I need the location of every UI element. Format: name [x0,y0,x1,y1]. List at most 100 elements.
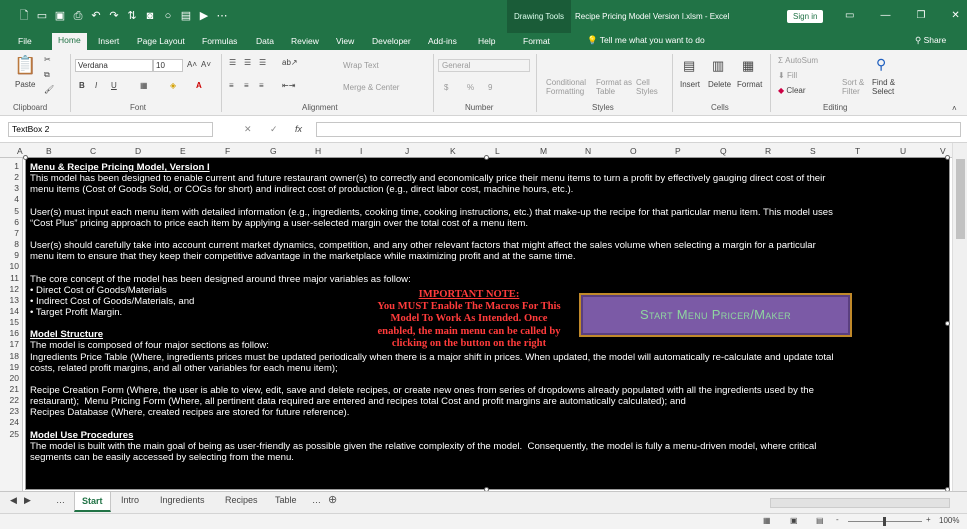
tab-page-layout[interactable]: Page Layout [137,35,185,48]
row-header[interactable]: 17 [10,339,19,349]
more-icon[interactable]: ⋯ [216,9,228,23]
column-header[interactable]: K [450,146,456,156]
open-file-icon[interactable]: ▭ [36,9,48,23]
undo-icon[interactable]: ↶ [90,9,102,23]
row-header[interactable]: 24 [10,417,19,427]
row-header[interactable]: 12 [10,284,19,294]
zoom-out-button[interactable]: - [836,515,839,524]
prev-sheet-icon[interactable]: ◀ [10,495,17,506]
bold-button[interactable]: B [79,81,85,90]
format-cells-button[interactable]: Format [737,80,762,89]
formula-input[interactable] [316,122,961,137]
column-header[interactable]: M [540,146,547,156]
tab-home[interactable]: Home [52,33,87,50]
column-header[interactable]: B [46,146,52,156]
copy-icon[interactable]: ⧉ [44,70,50,80]
save-icon[interactable]: ▣ [54,9,66,23]
horizontal-scrollbar[interactable] [770,498,950,508]
macro-icon[interactable]: ▶ [198,9,210,23]
row-header[interactable]: 19 [10,362,19,372]
row-header[interactable]: 22 [10,395,19,405]
row-header[interactable]: 15 [10,317,19,327]
sheet-tab-start[interactable]: Start [74,492,111,512]
page-layout-view-icon[interactable]: ▣ [790,516,798,525]
delete-cells-button[interactable]: Delete [708,80,731,89]
increase-font-icon[interactable]: A˄ [187,60,197,69]
column-header[interactable]: S [810,146,816,156]
tab-formulas[interactable]: Formulas [202,35,237,48]
more-sheets-icon[interactable]: … [56,495,65,505]
format-as-table-button[interactable]: Format as Table [596,78,632,96]
align-middle-icon[interactable]: ☰ [244,58,251,67]
row-header[interactable]: 21 [10,384,19,394]
column-header[interactable]: J [405,146,409,156]
align-right-icon[interactable]: ≡ [259,81,264,90]
restore-icon[interactable]: ❐ [916,10,925,21]
tab-data[interactable]: Data [256,35,274,48]
cancel-icon[interactable]: ✕ [244,124,252,135]
tab-help[interactable]: Help [478,35,495,48]
column-header[interactable]: T [855,146,860,156]
column-header[interactable]: P [675,146,681,156]
paste-icon[interactable]: 📋 [14,55,36,76]
row-header[interactable]: 3 [14,183,19,193]
column-header[interactable]: D [135,146,141,156]
new-file-icon[interactable]: 🗋 [18,9,30,23]
row-header[interactable]: 18 [10,351,19,361]
insert-function-button[interactable]: fx [295,124,302,134]
start-menu-button[interactable]: Start Menu Pricer/Maker [579,293,852,337]
row-header[interactable]: 4 [14,194,19,204]
minimize-icon[interactable]: — [880,10,890,21]
merge-center-button[interactable]: Merge & Center [343,83,399,92]
tab-format[interactable]: Format [523,35,550,48]
column-header[interactable]: O [630,146,637,156]
sheet-tab-intro[interactable]: Intro [121,495,139,505]
sheet-tab-table[interactable]: Table [275,495,297,505]
tab-developer[interactable]: Developer [372,35,411,48]
row-header[interactable]: 1 [14,161,19,171]
font-color-icon[interactable]: A [196,81,202,90]
autosum-button[interactable]: Σ AutoSum [778,56,818,65]
align-left-icon[interactable]: ≡ [229,81,234,90]
align-bottom-icon[interactable]: ☰ [259,58,266,67]
column-header[interactable]: R [765,146,771,156]
conditional-formatting-button[interactable]: Conditional Formatting [546,78,586,96]
zoom-in-button[interactable]: + [926,515,931,524]
row-header[interactable]: 2 [14,172,19,182]
row-header[interactable]: 14 [10,306,19,316]
column-header[interactable]: I [360,146,362,156]
row-header[interactable]: 25 [10,429,19,439]
normal-view-icon[interactable]: ▦ [763,516,771,525]
column-header[interactable]: G [270,146,277,156]
print-icon[interactable]: ⎙ [72,9,84,23]
font-size-select[interactable]: 10 [153,59,183,72]
info-textbox[interactable]: segments can be easily accessed by selec… [25,157,950,490]
row-header[interactable]: 9 [14,250,19,260]
sort-icon[interactable]: ⇅ [126,9,138,23]
row-header[interactable]: 5 [14,206,19,216]
sheet-tab-recipes[interactable]: Recipes [225,495,258,505]
column-header[interactable]: C [90,146,96,156]
align-top-icon[interactable]: ☰ [229,58,236,67]
column-header[interactable]: A [17,146,23,156]
insert-cells-icon[interactable]: ▤ [683,58,695,74]
tab-review[interactable]: Review [291,35,319,48]
italic-button[interactable]: I [95,81,97,90]
close-icon[interactable]: ✕ [951,10,959,21]
number-format-select[interactable]: General [438,59,530,72]
orientation-icon[interactable]: ab↗ [282,58,298,67]
resize-handle[interactable] [945,321,950,326]
resize-handle[interactable] [23,155,28,160]
align-center-icon[interactable]: ≡ [244,81,249,90]
enter-icon[interactable]: ✓ [270,124,278,135]
add-sheet-icon[interactable]: ⊕ [328,493,337,506]
column-header[interactable]: E [180,146,186,156]
share-button[interactable]: ⚲ Share [915,35,946,46]
sheet-tab-ingredients[interactable]: Ingredients [160,495,205,505]
sort-filter-button[interactable]: Sort & Filter [842,78,864,96]
tab-view[interactable]: View [336,35,354,48]
paste-button[interactable]: Paste [15,80,35,89]
fill-color-icon[interactable]: ◈ [170,81,176,90]
row-header[interactable]: 6 [14,217,19,227]
column-header[interactable]: L [495,146,500,156]
